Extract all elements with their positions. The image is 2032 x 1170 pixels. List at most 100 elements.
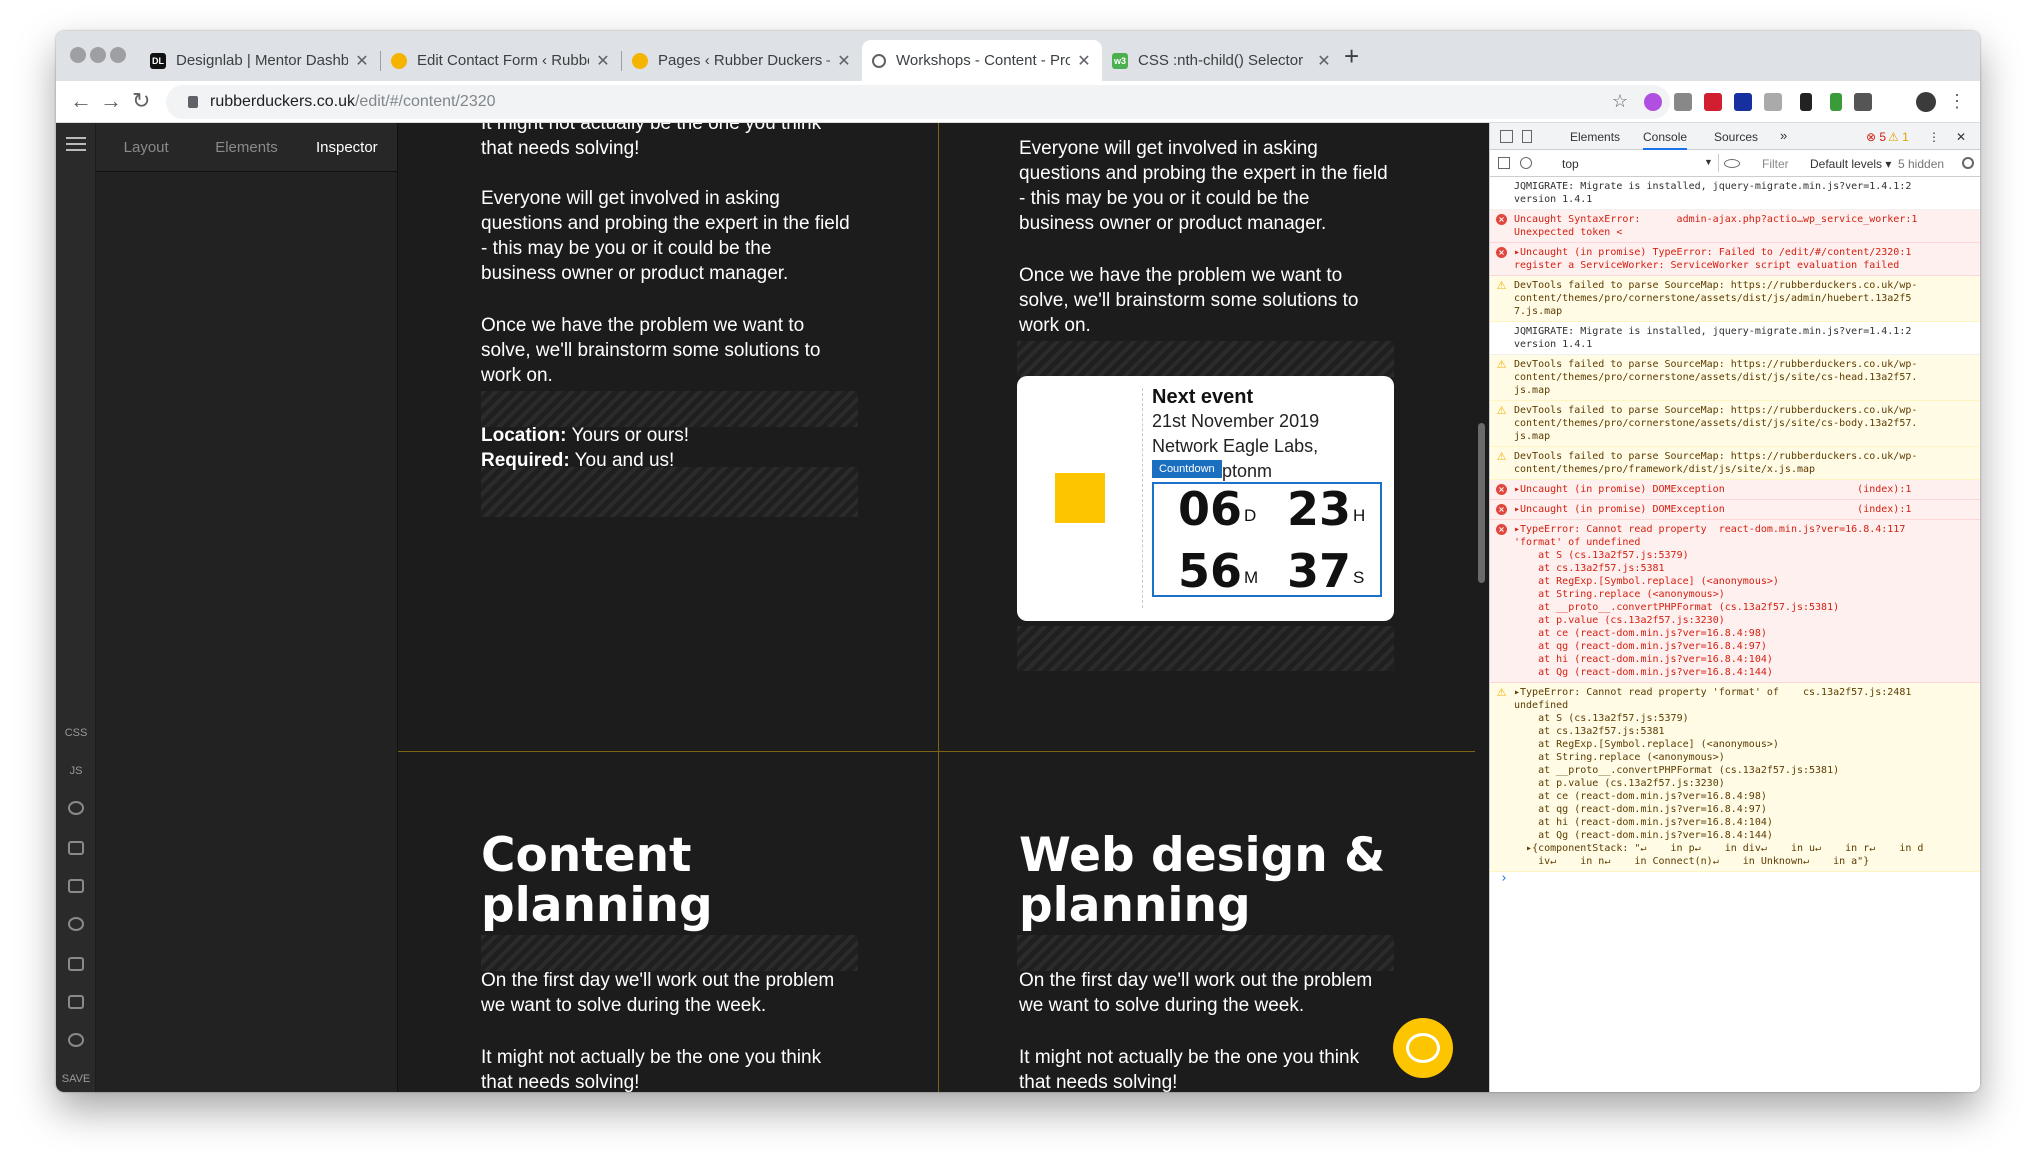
responsive-icon[interactable] <box>68 957 84 971</box>
y-extension-icon[interactable] <box>1800 93 1812 111</box>
tab-label: Pages ‹ Rubber Duckers — Wo <box>658 52 830 69</box>
event-title: Next event <box>1152 386 1254 408</box>
address-bar[interactable]: rubberduckers.co.uk/edit/#/content/2320 <box>166 85 1670 119</box>
paragraph-line: that needs solving! <box>1019 1072 1178 1092</box>
new-tab-button[interactable]: + <box>1344 43 1359 69</box>
profile-avatar[interactable] <box>1916 92 1936 112</box>
close-tab-icon[interactable]: ✕ <box>354 51 370 71</box>
messenger-chat-button[interactable] <box>1393 1018 1453 1078</box>
console-message-info[interactable]: JQMIGRATE: Migrate is installed, jquery-… <box>1490 177 1980 210</box>
devtools-tab-console[interactable]: Console <box>1643 130 1688 150</box>
camera-extension-icon[interactable] <box>1674 93 1692 111</box>
extension-icon[interactable] <box>1644 93 1662 111</box>
back-icon[interactable]: ← <box>70 89 92 113</box>
css-button[interactable]: CSS <box>56 727 96 739</box>
error-icon: × <box>1496 524 1507 535</box>
context-selector[interactable]: top <box>1562 157 1579 171</box>
live-expression-eye-icon[interactable] <box>1724 159 1740 168</box>
devtools-tab-elements[interactable]: Elements <box>1570 130 1620 144</box>
sidebar-toggle-icon[interactable] <box>1498 157 1510 169</box>
close-tab-icon[interactable]: ✕ <box>1316 51 1332 71</box>
leaf-extension-icon[interactable] <box>1830 93 1842 111</box>
console-message-text: JQMIGRATE: Migrate is installed, jquery-… <box>1514 326 1912 350</box>
paragraph-line: business owner or product manager. <box>1019 213 1327 234</box>
inspector-tabs: Layout Elements Inspector <box>96 123 397 172</box>
console-message-text: ▸Uncaught (in promise) DOMException (ind… <box>1514 504 1912 515</box>
console-message-err[interactable]: × ▸Uncaught (in promise) DOMException (in… <box>1490 500 1980 520</box>
history-icon[interactable] <box>68 801 84 815</box>
console-message-err[interactable]: × ▸Uncaught (in promise) TypeError: Faile… <box>1490 243 1980 276</box>
devtools-close-icon[interactable]: ✕ <box>1956 130 1966 144</box>
layers-icon[interactable] <box>68 879 84 893</box>
tab-elements[interactable]: Elements <box>196 123 296 171</box>
flag-extension-icon[interactable] <box>1734 93 1752 111</box>
record-extension-icon[interactable] <box>1704 93 1722 111</box>
error-count: 5 <box>1879 130 1887 144</box>
page-scrollbar[interactable] <box>1475 123 1489 1092</box>
close-tab-icon[interactable]: ✕ <box>836 51 852 71</box>
section-heading: Web design & <box>1019 828 1386 883</box>
builder-left-rail: CSS JS SAVE <box>56 123 96 1092</box>
location-value: Yours or ours! <box>571 425 690 446</box>
countdown-box[interactable]: 06 D 23 H 56 M 37 S <box>1152 482 1382 597</box>
save-button[interactable]: SAVE <box>56 1073 96 1085</box>
tab-layout[interactable]: Layout <box>96 123 196 171</box>
console-message-err[interactable]: × Uncaught SyntaxError: admin-ajax.php?ac… <box>1490 210 1980 243</box>
paragraph-line: solve, we'll brainstorm some solutions t… <box>481 340 821 361</box>
close-tab-icon[interactable]: ✕ <box>595 51 611 71</box>
console-message-warn[interactable]: ⚠ ▸TypeError: Cannot read property 'forma… <box>1490 683 1980 872</box>
console-filter-input[interactable]: Filter <box>1762 157 1789 171</box>
inspect-element-icon[interactable] <box>1500 130 1513 143</box>
countdown-tag[interactable]: Countdown <box>1152 460 1222 478</box>
minimize-window-button[interactable] <box>90 47 106 63</box>
bookmark-star-icon[interactable]: ☆ <box>1612 91 1628 112</box>
log-levels-dropdown[interactable]: Default levels ▾ <box>1810 157 1891 171</box>
console-message-warn[interactable]: ⚠ DevTools failed to parse SourceMap: htt… <box>1490 401 1980 447</box>
console-message-warn[interactable]: ⚠ DevTools failed to parse SourceMap: htt… <box>1490 355 1980 401</box>
console-message-warn[interactable]: ⚠ DevTools failed to parse SourceMap: htt… <box>1490 276 1980 322</box>
console-message-warn[interactable]: ⚠ DevTools failed to parse SourceMap: htt… <box>1490 447 1980 480</box>
more-tabs-button[interactable]: » <box>1780 128 1787 143</box>
console-settings-gear-icon[interactable] <box>1962 157 1974 169</box>
console-message-info[interactable]: JQMIGRATE: Migrate is installed, jquery-… <box>1490 322 1980 355</box>
hatch-divider <box>481 391 858 427</box>
grid-extension-icon[interactable] <box>1764 93 1782 111</box>
tab-inspector[interactable]: Inspector <box>297 123 397 171</box>
device-toolbar-icon[interactable] <box>1522 130 1532 143</box>
clear-console-icon[interactable] <box>1520 157 1532 169</box>
puzzle-extension-icon[interactable] <box>1854 93 1872 111</box>
forward-icon[interactable]: → <box>100 89 122 113</box>
scrollbar-thumb[interactable] <box>1478 423 1485 583</box>
console-message-err[interactable]: × ▸TypeError: Cannot read property react-… <box>1490 520 1980 683</box>
error-count-badge[interactable]: ⊗ 5 <box>1866 130 1886 144</box>
preview-icon[interactable] <box>68 917 84 931</box>
hamburger-menu-icon[interactable] <box>66 137 86 139</box>
reload-icon[interactable]: ↻ <box>132 89 150 113</box>
settings-gear-icon[interactable] <box>68 1033 84 1047</box>
tab-pages[interactable]: Pages ‹ Rubber Duckers — Wo ✕ <box>622 40 862 81</box>
external-link-icon[interactable] <box>68 995 84 1009</box>
tab-designlab[interactable]: DL Designlab | Mentor Dashboard ✕ <box>140 40 380 81</box>
console-prompt[interactable]: › <box>1500 872 1508 885</box>
countdown-days: 06 <box>1178 482 1243 536</box>
devtools-tab-sources[interactable]: Sources <box>1714 130 1758 144</box>
js-button[interactable]: JS <box>56 765 96 777</box>
event-date: 21st November 2019 <box>1152 411 1320 431</box>
console-message-err[interactable]: × ▸Uncaught (in promise) DOMException (in… <box>1490 480 1980 500</box>
countdown-minutes-unit: M <box>1244 568 1259 587</box>
maximize-window-button[interactable] <box>110 47 126 63</box>
paragraph-line: that needs solving! <box>481 138 640 159</box>
close-tab-icon[interactable]: ✕ <box>1076 51 1092 71</box>
context-dropdown-icon[interactable]: ▼ <box>1704 157 1713 167</box>
row-divider <box>398 751 1475 752</box>
tab-edit-contact-form[interactable]: Edit Contact Form ‹ Rubber Du ✕ <box>381 40 621 81</box>
warning-count-badge[interactable]: ⚠ 1 <box>1888 130 1909 144</box>
tab-css-nth-child[interactable]: w3 CSS :nth-child() Selector ✕ <box>1102 40 1342 81</box>
browser-menu-icon[interactable]: ⋮ <box>1948 91 1966 112</box>
template-icon[interactable] <box>68 841 84 855</box>
devtools-menu-icon[interactable]: ⋮ <box>1928 130 1940 144</box>
devtools-tabbar: Elements Console Sources » ⊗ 5 ⚠ 1 ⋮ ✕ <box>1490 123 1980 150</box>
error-icon: × <box>1496 484 1507 495</box>
close-window-button[interactable] <box>70 47 86 63</box>
tab-workshops[interactable]: Workshops - Content - Pro ✕ <box>862 40 1102 81</box>
